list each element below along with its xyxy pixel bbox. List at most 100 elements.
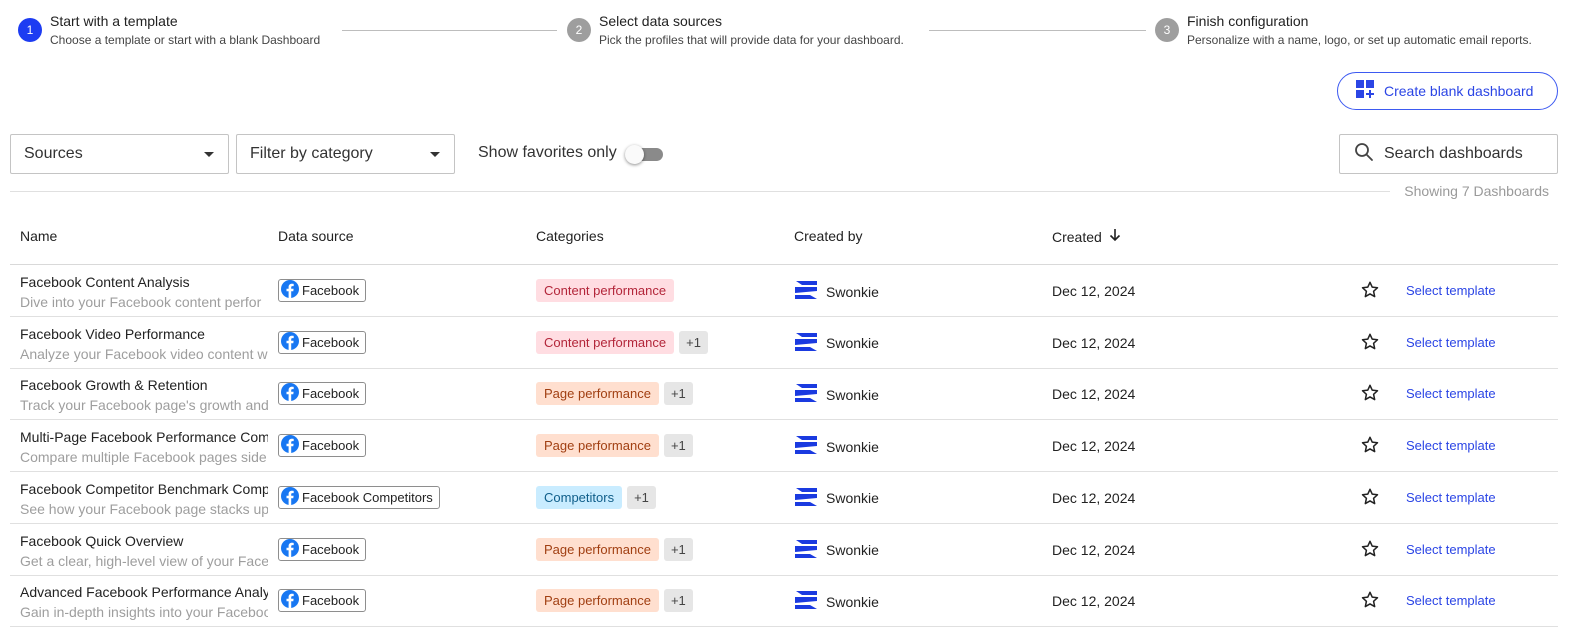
select-template-link[interactable]: Select template: [1406, 386, 1496, 401]
search-icon: [1354, 142, 1374, 167]
data-source-chip: Facebook: [278, 589, 367, 613]
step-3: 3 Finish configuration Personalize with …: [1155, 10, 1532, 49]
category-badge: Page performance: [536, 434, 659, 458]
created-date: Dec 12, 2024: [1052, 283, 1136, 299]
column-header-categories[interactable]: Categories: [536, 228, 604, 244]
search-placeholder: Search dashboards: [1384, 145, 1523, 162]
data-source-label: Facebook: [302, 386, 360, 402]
favorite-star-icon[interactable]: [1360, 383, 1380, 408]
dashboard-description: See how your Facebook page stacks up: [20, 500, 268, 517]
favorite-star-icon[interactable]: [1360, 487, 1380, 512]
favorite-star-icon[interactable]: [1360, 435, 1380, 460]
select-template-link[interactable]: Select template: [1406, 490, 1496, 505]
select-template-link[interactable]: Select template: [1406, 542, 1496, 557]
step-2-number: 2: [567, 18, 591, 42]
step-2-title: Select data sources: [599, 13, 722, 29]
categories-cell: Page performance +1: [536, 537, 693, 561]
column-header-name[interactable]: Name: [20, 228, 57, 244]
creator-cell: Swonkie: [794, 280, 879, 303]
name-cell: Multi-Page Facebook Performance Com Comp…: [20, 428, 268, 466]
dashboard-description: Get a clear, high-level view of your Fac…: [20, 552, 268, 569]
toggle-knob: [625, 145, 644, 164]
dashboard-description: Gain in-depth insights into your Faceboo: [20, 604, 268, 621]
category-more-badge[interactable]: +1: [627, 485, 656, 509]
creator-cell: Swonkie: [794, 332, 879, 355]
categories-cell: Content performance: [536, 279, 675, 302]
stepper: 1 Start with a template Choose a templat…: [18, 10, 1563, 54]
swonkie-logo-icon: [794, 590, 818, 613]
select-template-link[interactable]: Select template: [1406, 335, 1496, 350]
column-header-data-source[interactable]: Data source: [278, 228, 353, 244]
caret-down-icon: [204, 152, 214, 157]
create-blank-dashboard-button[interactable]: Create blank dashboard: [1337, 72, 1558, 110]
name-cell: Advanced Facebook Performance Analy Gain…: [20, 583, 268, 621]
data-source-label: Facebook: [302, 438, 360, 454]
category-select-label: Filter by category: [250, 145, 373, 162]
sources-select[interactable]: Sources: [10, 134, 229, 174]
dashboard-description: Track your Facebook page's growth and: [20, 397, 268, 414]
data-source-chip: Facebook: [278, 330, 367, 354]
category-more-badge[interactable]: +1: [663, 382, 693, 406]
dashboard-title: Facebook Growth & Retention: [20, 377, 208, 394]
created-date: Dec 12, 2024: [1052, 541, 1136, 558]
data-source-label: Facebook: [302, 593, 360, 609]
created-date: Dec 12, 2024: [1052, 386, 1136, 403]
creator-name: Swonkie: [826, 283, 879, 300]
favorite-star-icon[interactable]: [1360, 539, 1380, 564]
data-source-chip: Facebook: [278, 434, 367, 458]
category-badge: Page performance: [536, 589, 659, 613]
step-connector-1: [342, 30, 557, 31]
data-source-label: Facebook: [302, 541, 360, 557]
select-template-link[interactable]: Select template: [1406, 438, 1496, 453]
column-header-created-label: Created: [1052, 228, 1102, 245]
facebook-icon: [281, 590, 299, 611]
step-connector-2: [929, 30, 1146, 31]
creator-cell: Swonkie: [794, 383, 879, 406]
creator-cell: Swonkie: [794, 435, 879, 458]
category-more-badge[interactable]: +1: [663, 537, 693, 561]
filter-divider: [10, 191, 1390, 192]
name-cell: Facebook Competitor Benchmark Comp See h…: [20, 480, 268, 518]
favorite-star-icon[interactable]: [1360, 280, 1380, 305]
category-badge: Page performance: [536, 382, 659, 406]
column-header-created-by[interactable]: Created by: [794, 228, 862, 244]
step-3-subtitle: Personalize with a name, logo, or set up…: [1187, 33, 1532, 47]
column-header-created[interactable]: Created: [1052, 228, 1122, 245]
step-1-title: Start with a template: [50, 13, 178, 29]
step-1: 1 Start with a template Choose a templat…: [18, 10, 320, 49]
select-template-link[interactable]: Select template: [1406, 593, 1496, 608]
data-source-chip: Facebook: [278, 279, 367, 302]
facebook-icon: [281, 435, 299, 456]
swonkie-logo-icon: [794, 332, 818, 355]
category-badge: Competitors: [536, 485, 623, 509]
creator-name: Swonkie: [826, 335, 879, 352]
step-1-subtitle: Choose a template or start with a blank …: [50, 33, 321, 47]
name-cell: Facebook Quick Overview Get a clear, hig…: [20, 532, 268, 570]
dashboard-title: Facebook Competitor Benchmark Comp: [20, 480, 268, 497]
creator-cell: Swonkie: [794, 590, 879, 613]
favorite-star-icon[interactable]: [1360, 332, 1380, 357]
arrow-down-icon: [1108, 228, 1122, 245]
facebook-icon: [281, 486, 299, 508]
data-source-chip: Facebook Competitors: [278, 485, 440, 509]
sources-select-label: Sources: [24, 145, 83, 162]
dashboard-description: Analyze your Facebook video content w: [20, 345, 268, 362]
select-template-link[interactable]: Select template: [1406, 283, 1496, 298]
category-more-badge[interactable]: +1: [663, 434, 693, 458]
data-source-label: Facebook: [302, 334, 360, 350]
swonkie-logo-icon: [794, 280, 818, 303]
categories-cell: Page performance +1: [536, 589, 693, 613]
category-more-badge[interactable]: +1: [679, 330, 708, 354]
creator-name: Swonkie: [826, 490, 879, 507]
name-cell: Facebook Content Analysis Dive into your…: [20, 273, 268, 311]
search-input[interactable]: Search dashboards: [1339, 134, 1558, 174]
favorites-toggle[interactable]: [625, 145, 663, 164]
favorite-star-icon[interactable]: [1360, 590, 1380, 615]
name-cell: Facebook Growth & Retention Track your F…: [20, 376, 268, 414]
category-select[interactable]: Filter by category: [236, 134, 455, 174]
caret-down-icon: [430, 152, 440, 157]
dashboard-title: Facebook Video Performance: [20, 325, 205, 342]
creator-name: Swonkie: [826, 438, 879, 455]
category-more-badge[interactable]: +1: [663, 589, 693, 613]
table-row: Facebook Quick Overview Get a clear, hig…: [10, 524, 1558, 576]
